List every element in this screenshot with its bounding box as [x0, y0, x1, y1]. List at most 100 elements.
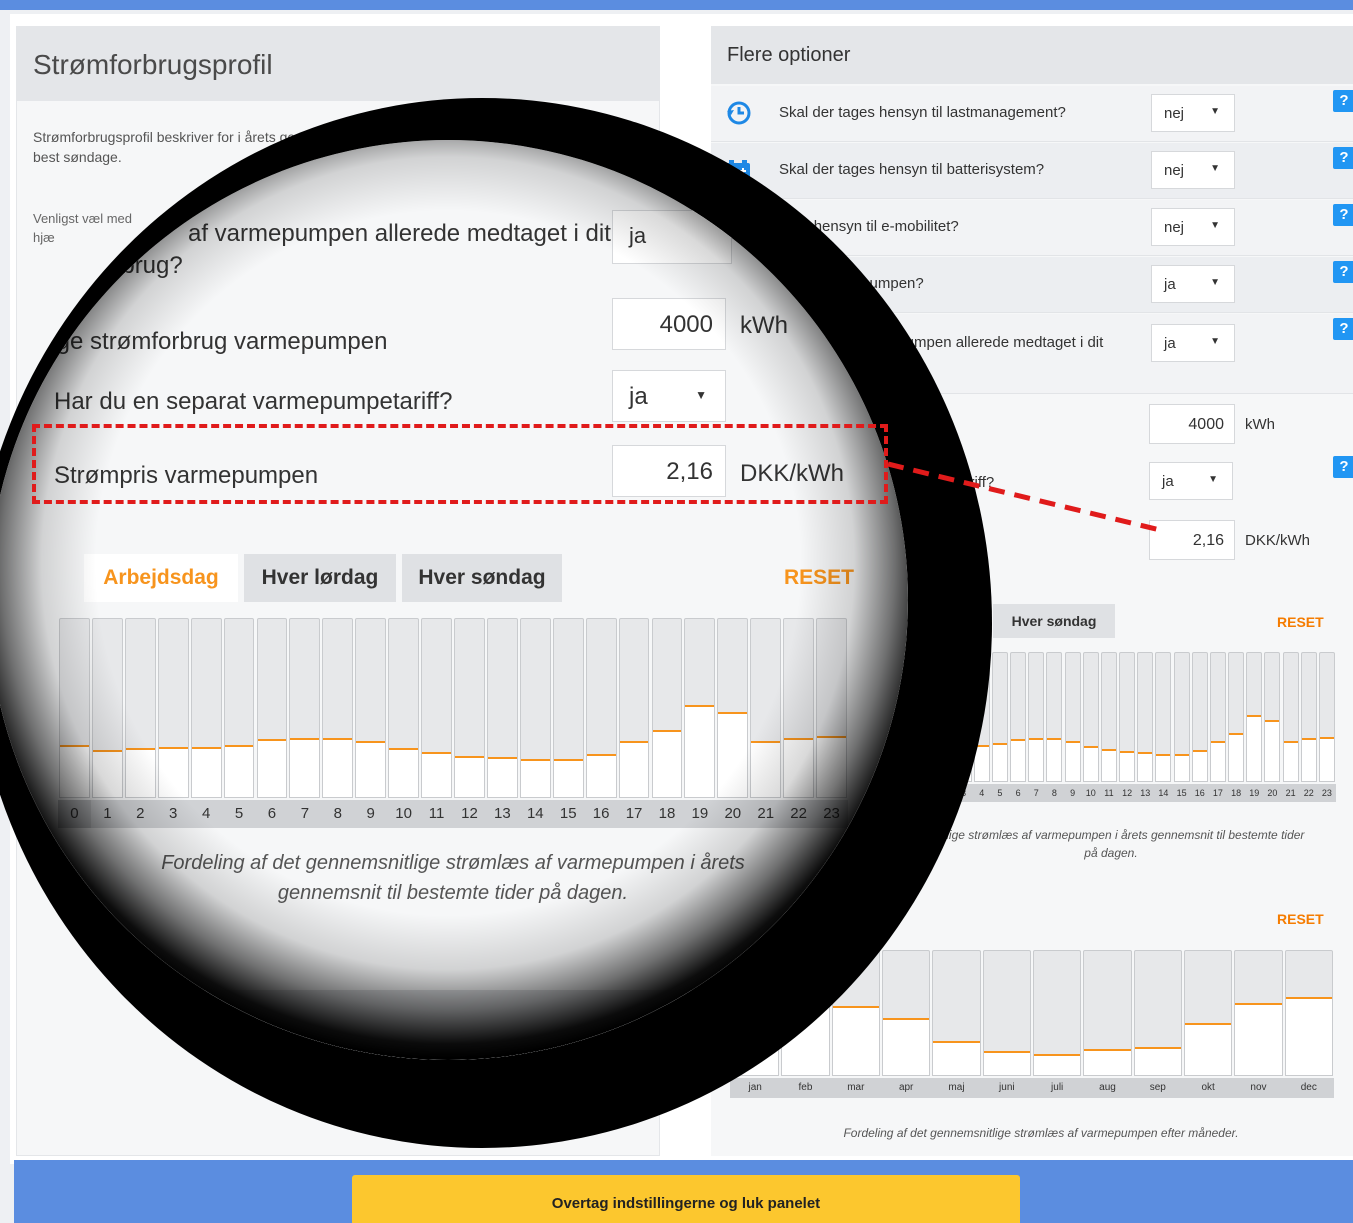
chart-bar-12[interactable] [454, 618, 485, 798]
tab-sunday[interactable]: Hver søndag [993, 604, 1115, 638]
heatpump-select[interactable]: ja ▼ [1151, 265, 1235, 303]
chart-bar-13[interactable] [1137, 652, 1154, 782]
zoom-tab-saturday[interactable]: Hver lørdag [244, 554, 396, 602]
chart-bar-level [1084, 1048, 1131, 1075]
battery-value: nej [1164, 162, 1185, 179]
chart-bar-12[interactable] [1119, 652, 1136, 782]
chart-bar-23[interactable] [1318, 652, 1335, 782]
chart-bar-14[interactable] [519, 618, 551, 798]
chart-bar-dec[interactable] [1284, 950, 1333, 1076]
chart-bar-11[interactable] [421, 618, 452, 798]
chart-tick-label: 18 [658, 805, 676, 822]
chart-bar-22[interactable] [1300, 652, 1317, 782]
chart-bar-18[interactable] [1228, 652, 1245, 782]
chart-bar-apr[interactable] [882, 950, 931, 1076]
chart-bar-aug[interactable] [1083, 950, 1132, 1076]
chevron-down-icon: ▼ [1210, 163, 1220, 174]
zoom-question-select[interactable]: ja [612, 210, 732, 264]
chart-bar-4[interactable] [190, 618, 222, 798]
chart-bar-7[interactable] [289, 618, 321, 798]
help-icon[interactable]: ? [1333, 147, 1353, 169]
chart-bar-15[interactable] [1173, 652, 1190, 782]
chart-bar-0[interactable] [59, 618, 90, 798]
chart-bar-10[interactable] [1082, 652, 1099, 782]
apply-and-close-button[interactable]: Overtag indstillingerne og luk panelet [352, 1175, 1020, 1223]
chart-bar-6[interactable] [256, 618, 288, 798]
chart-bar-19[interactable] [1246, 652, 1263, 782]
chart-bar-okt[interactable] [1184, 950, 1233, 1076]
chart-bar-8[interactable] [1046, 652, 1063, 782]
chart-bar-21[interactable] [750, 618, 782, 798]
more-options-title: Flere optioner [727, 44, 851, 66]
chart-bar-16[interactable] [585, 618, 617, 798]
chart-bar-level [1235, 1003, 1282, 1075]
chart-bar-9[interactable] [355, 618, 387, 798]
chart-bar-13[interactable] [486, 618, 518, 798]
heatpump-included-select[interactable]: ja ▼ [1151, 324, 1235, 362]
chart-tick-label: maj [948, 1082, 965, 1093]
chart-bar-level [883, 1018, 930, 1075]
chart-bar-9[interactable] [1064, 652, 1081, 782]
help-icon[interactable]: ? [1333, 318, 1353, 340]
chart-bar-level [1301, 738, 1316, 781]
chart-bar-level [356, 741, 386, 797]
chart-tick-label: 16 [1194, 788, 1205, 798]
chart-bar-17[interactable] [618, 618, 650, 798]
chart-bar-level [1185, 1023, 1232, 1075]
daily-reset-button[interactable]: RESET [1277, 614, 1324, 630]
chart-bar-maj[interactable] [932, 950, 981, 1076]
zoom-annual-input[interactable]: 4000 [612, 298, 726, 350]
help-icon[interactable]: ? [1333, 90, 1353, 112]
chart-bar-19[interactable] [684, 618, 716, 798]
chart-tick-label: 21 [757, 805, 775, 822]
emobility-select[interactable]: nej ▼ [1151, 208, 1235, 246]
chart-bar-16[interactable] [1191, 652, 1208, 782]
chart-bar-23[interactable] [816, 618, 847, 798]
consumption-profile-title: Strømforbrugsprofil [33, 49, 273, 80]
chart-bar-20[interactable] [1264, 652, 1281, 782]
chart-tick-label: 23 [823, 805, 840, 822]
load-management-select[interactable]: nej ▼ [1151, 94, 1235, 132]
chart-bar-sep[interactable] [1133, 950, 1182, 1076]
tariff-select[interactable]: ja ▼ [1149, 462, 1233, 500]
help-icon[interactable]: ? [1333, 456, 1353, 478]
chart-bar-level [389, 748, 419, 797]
chart-bar-nov[interactable] [1234, 950, 1283, 1076]
chart-bar-juni[interactable] [982, 950, 1031, 1076]
chart-bar-juli[interactable] [1033, 950, 1082, 1076]
chart-bar-8[interactable] [322, 618, 354, 798]
chart-tick-label: 5 [997, 788, 1003, 798]
chart-bar-18[interactable] [651, 618, 683, 798]
chevron-down-icon: ▼ [695, 388, 707, 402]
monthly-reset-button[interactable]: RESET [1277, 911, 1324, 927]
chart-bar-6[interactable] [1010, 652, 1027, 782]
chart-bar-21[interactable] [1282, 652, 1299, 782]
chart-tick-label: 7 [300, 805, 310, 822]
chart-bar-11[interactable] [1100, 652, 1117, 782]
chart-bar-7[interactable] [1028, 652, 1045, 782]
battery-select[interactable]: nej ▼ [1151, 151, 1235, 189]
chart-bar-2[interactable] [124, 618, 156, 798]
chart-bar-5[interactable] [991, 652, 1008, 782]
chart-bar-1[interactable] [91, 618, 123, 798]
chart-bar-22[interactable] [783, 618, 815, 798]
zoom-tariff-select[interactable]: ja ▼ [612, 370, 726, 422]
zoom-tab-sunday[interactable]: Hver søndag [402, 554, 562, 602]
zoom-tab-workday[interactable]: Arbejdsdag [84, 554, 238, 602]
chart-bar-14[interactable] [1155, 652, 1172, 782]
chart-bar-17[interactable] [1209, 652, 1226, 782]
chart-bar-10[interactable] [388, 618, 420, 798]
chart-tick-label: 22 [790, 805, 807, 822]
chart-bar-20[interactable] [717, 618, 749, 798]
chart-bar-3[interactable] [157, 618, 189, 798]
chart-bar-level [1011, 739, 1026, 781]
help-icon[interactable]: ? [1333, 261, 1353, 283]
price-input[interactable]: 2,16 [1149, 520, 1235, 560]
zoom-price-input[interactable]: 2,16 [612, 445, 726, 497]
annual-consumption-input[interactable]: 4000 [1149, 404, 1235, 444]
chart-tick-label: 8 [1051, 788, 1057, 798]
chart-bar-15[interactable] [552, 618, 584, 798]
chart-bar-5[interactable] [223, 618, 255, 798]
help-icon[interactable]: ? [1333, 204, 1353, 226]
zoom-reset-button[interactable]: RESET [784, 566, 854, 590]
